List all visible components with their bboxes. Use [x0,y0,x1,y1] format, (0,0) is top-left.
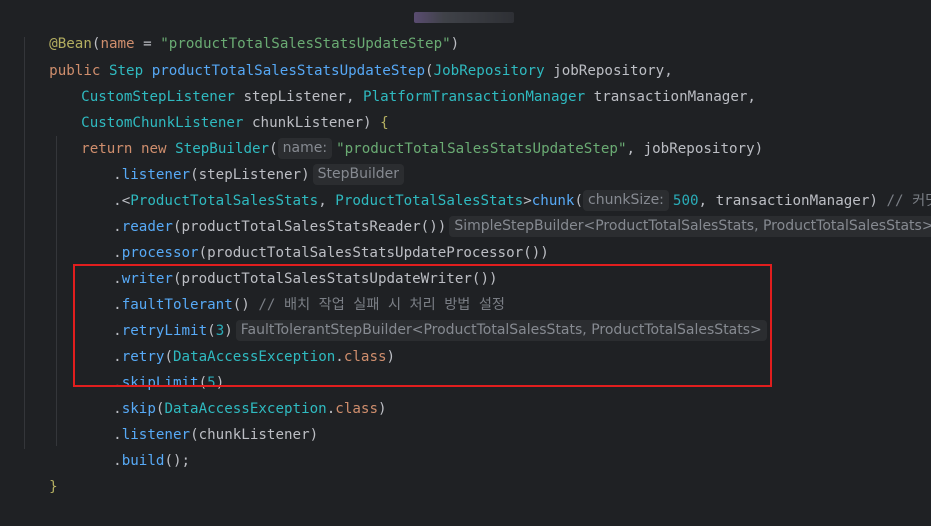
code-line-8[interactable]: .reader(productTotalSalesStatsReader()) S… [79,188,931,237]
code-line-3[interactable]: CustomStepListener stepListener, Platfor… [47,58,756,105]
code-line-16[interactable]: .listener(chunkListener) [79,396,318,443]
closing-brace: } [49,479,58,495]
fault-tolerance-highlight-box [73,264,772,387]
code-line-5[interactable]: return new StepBuilder(name: "productTota… [47,110,763,159]
code-line-10[interactable]: .writer(productTotalSalesStatsUpdateWrit… [79,240,497,287]
code-line-18[interactable]: } [15,448,58,495]
code-line-1[interactable]: @Bean(name = "productTotalSalesStatsUpda… [15,5,459,52]
code-line-6[interactable]: .listener(stepListener) StepBuilder [79,136,407,185]
code-editor[interactable]: @Bean(name = "productTotalSalesStatsUpda… [0,0,931,495]
code-line-7[interactable]: .<ProductTotalSalesStats, ProductTotalSa… [79,162,931,211]
code-line-2[interactable]: public Step productTotalSalesStatsUpdate… [15,32,673,79]
code-line-17[interactable]: .build(); [79,422,190,469]
code-line-4[interactable]: CustomChunkListener chunkListener) { [47,84,389,131]
code-line-9[interactable]: .processor(productTotalSalesStatsUpdateP… [79,214,549,261]
redacted-blur [414,12,514,23]
